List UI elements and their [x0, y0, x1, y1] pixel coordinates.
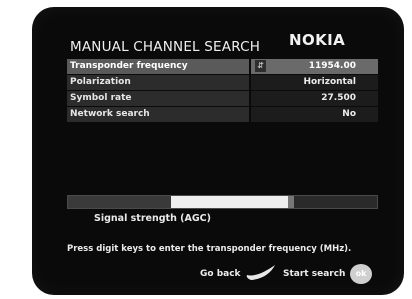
- setting-value[interactable]: 11954.00: [251, 59, 378, 74]
- setting-label: Network search: [67, 107, 249, 122]
- go-back-label: Go back: [200, 269, 241, 279]
- setting-value[interactable]: Horizontal: [251, 75, 378, 90]
- signal-strength-label: Signal strength (AGC): [94, 213, 211, 224]
- setting-value[interactable]: 27.500: [251, 91, 378, 106]
- brand-logo: NOKIA: [289, 31, 346, 49]
- ok-button-icon[interactable]: ok: [350, 264, 372, 284]
- page-title: MANUAL CHANNEL SEARCH: [70, 39, 261, 55]
- setting-row-polarization[interactable]: Polarization Horizontal: [67, 75, 378, 90]
- tv-screen: MANUAL CHANNEL SEARCH NOKIA Transponder …: [32, 7, 404, 295]
- setting-label: Symbol rate: [67, 91, 249, 106]
- setting-label: Transponder frequency: [67, 59, 249, 74]
- setting-row-transponder-frequency[interactable]: Transponder frequency 11954.00 ⇵: [67, 59, 378, 74]
- up-down-arrow-icon: ⇵: [255, 60, 266, 72]
- signal-strength-track-start: [68, 196, 171, 208]
- start-search-label: Start search: [283, 269, 346, 279]
- settings-list: Transponder frequency 11954.00 ⇵ Polariz…: [67, 59, 378, 123]
- setting-row-network-search[interactable]: Network search No: [67, 107, 378, 122]
- back-key-icon[interactable]: [245, 263, 277, 281]
- setting-row-symbol-rate[interactable]: Symbol rate 27.500: [67, 91, 378, 106]
- setting-value[interactable]: No: [251, 107, 378, 122]
- signal-strength-marker: [288, 196, 294, 208]
- signal-strength-meter: [67, 195, 378, 209]
- setting-label: Polarization: [67, 75, 249, 90]
- hint-text: Press digit keys to enter the transponde…: [67, 244, 352, 254]
